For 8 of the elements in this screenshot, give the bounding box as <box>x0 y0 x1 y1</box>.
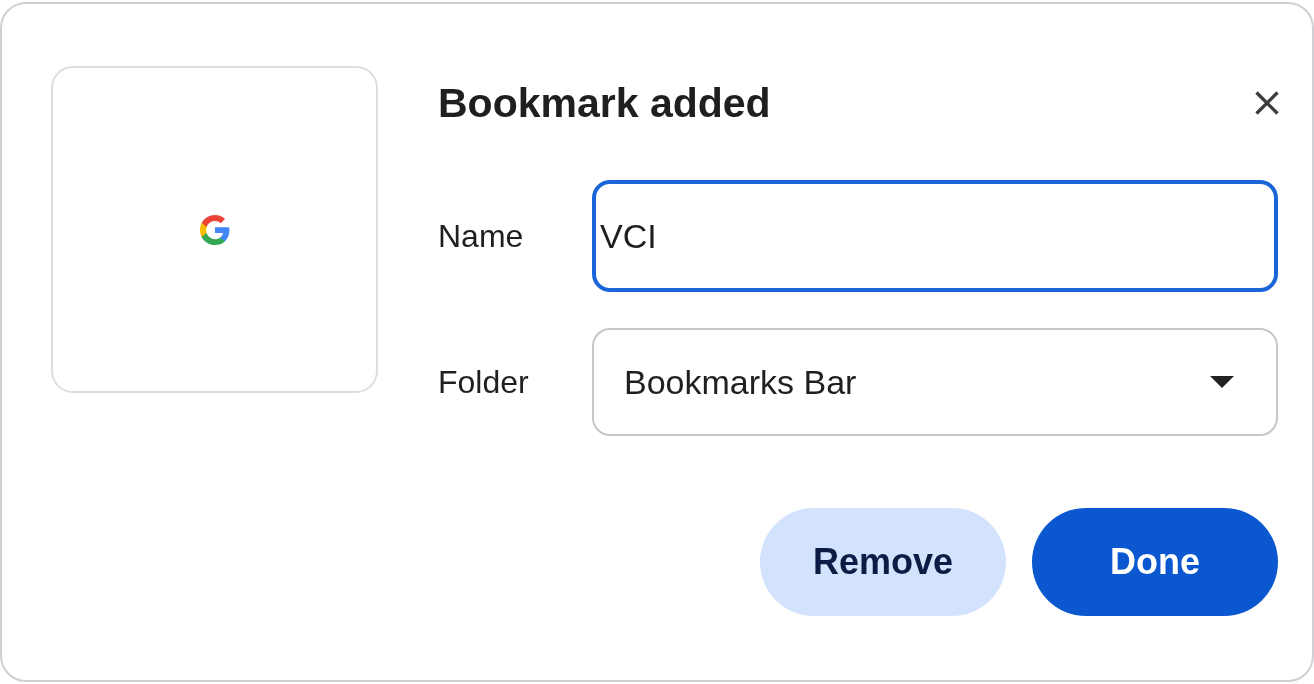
name-input-field[interactable]: VCI <box>592 180 1278 292</box>
folder-dropdown[interactable]: Bookmarks Bar <box>592 328 1278 436</box>
field-label: Name <box>438 217 525 255</box>
caret-icon <box>1210 376 1234 388</box>
remove-button[interactable]: Remove <box>760 508 1006 616</box>
dialog-title: Bookmark added <box>438 79 771 127</box>
done-button[interactable]: Done <box>1032 508 1278 616</box>
field-label: Folder <box>438 363 530 401</box>
